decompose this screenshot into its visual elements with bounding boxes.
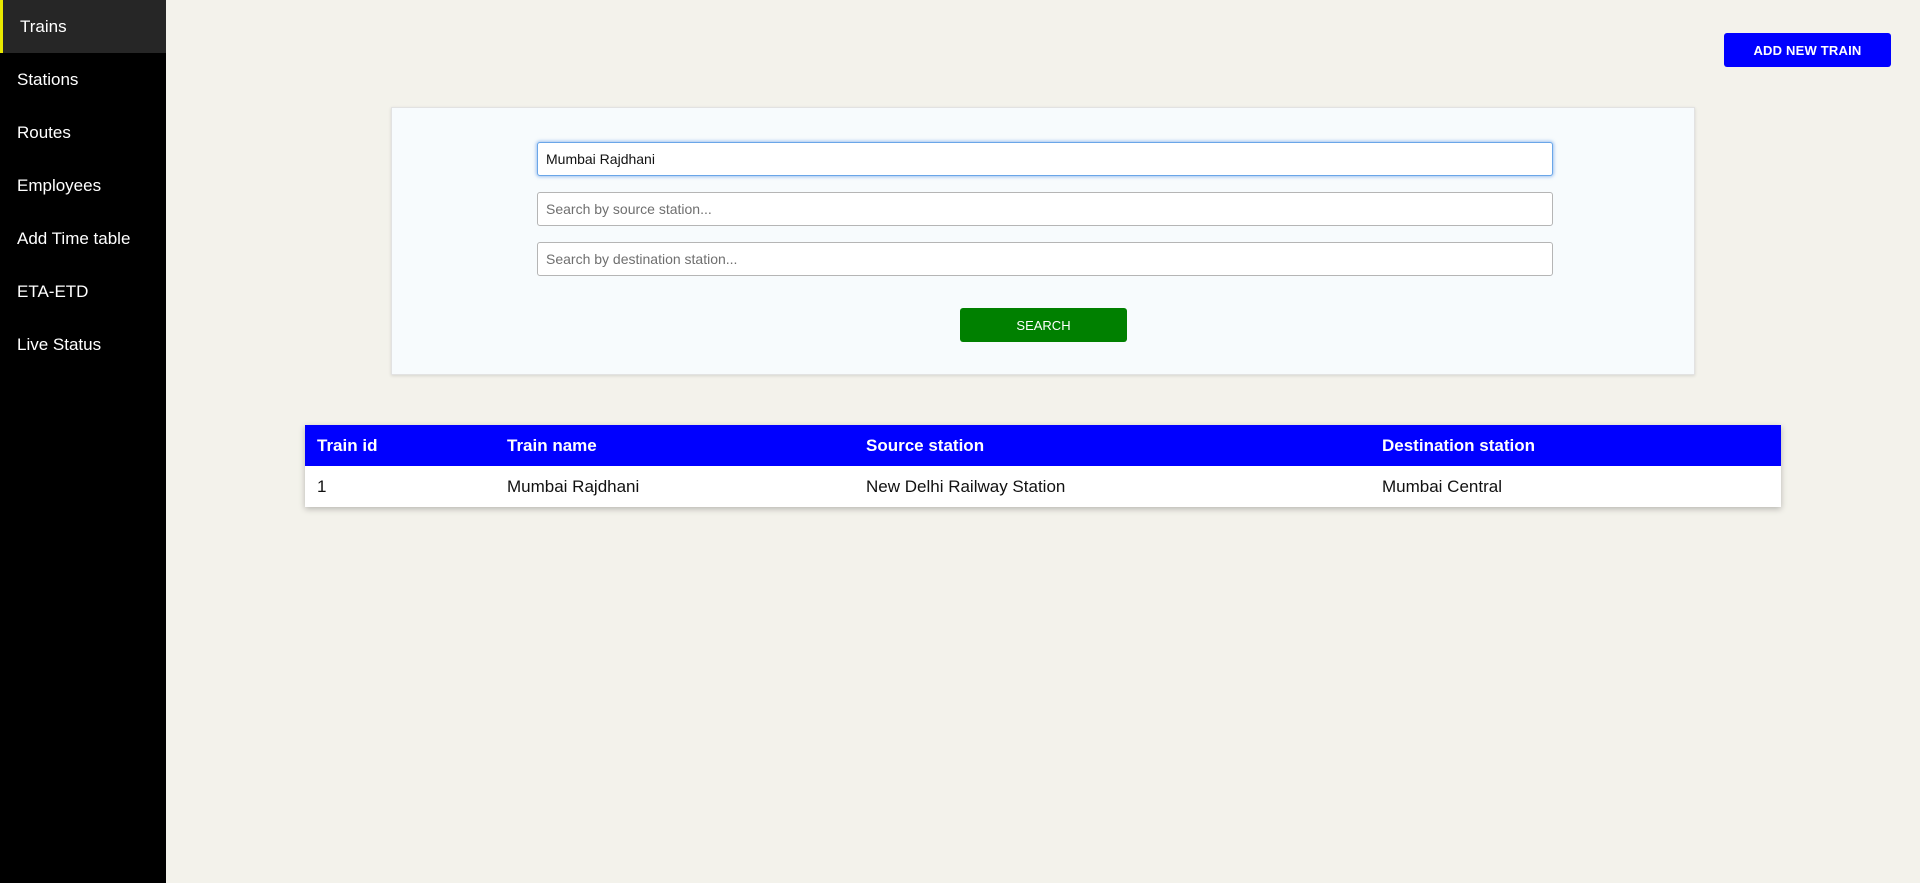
sidebar-item-add-time-table[interactable]: Add Time table — [0, 212, 166, 265]
sidebar-item-routes[interactable]: Routes — [0, 106, 166, 159]
sidebar: Trains Stations Routes Employees Add Tim… — [0, 0, 166, 883]
table-row[interactable]: 1 Mumbai Rajdhani New Delhi Railway Stat… — [305, 466, 1781, 507]
cell-source-station: New Delhi Railway Station — [866, 476, 1066, 496]
sidebar-item-live-status[interactable]: Live Status — [0, 318, 166, 371]
train-name-search-input[interactable] — [537, 142, 1553, 176]
table-header-row: Train id Train name Source station Desti… — [305, 425, 1781, 466]
search-button[interactable]: SEARCH — [960, 308, 1127, 342]
sidebar-item-employees[interactable]: Employees — [0, 159, 166, 212]
sidebar-item-eta-etd[interactable]: ETA-ETD — [0, 265, 166, 318]
column-header-source-station: Source station — [854, 425, 1370, 466]
column-header-train-id: Train id — [305, 425, 495, 466]
sidebar-item-stations[interactable]: Stations — [0, 53, 166, 106]
sidebar-item-trains[interactable]: Trains — [0, 0, 166, 53]
search-panel: SEARCH — [391, 107, 1695, 375]
cell-destination-station: Mumbai Central — [1382, 476, 1502, 496]
column-header-destination-station: Destination station — [1370, 425, 1781, 466]
cell-train-name: Mumbai Rajdhani — [507, 476, 640, 496]
add-new-train-button[interactable]: ADD NEW TRAIN — [1724, 33, 1891, 67]
column-header-train-name: Train name — [495, 425, 854, 466]
trains-table: Train id Train name Source station Desti… — [305, 425, 1781, 507]
cell-train-id: 1 — [317, 476, 327, 496]
destination-station-search-input[interactable] — [537, 242, 1553, 276]
source-station-search-input[interactable] — [537, 192, 1553, 226]
